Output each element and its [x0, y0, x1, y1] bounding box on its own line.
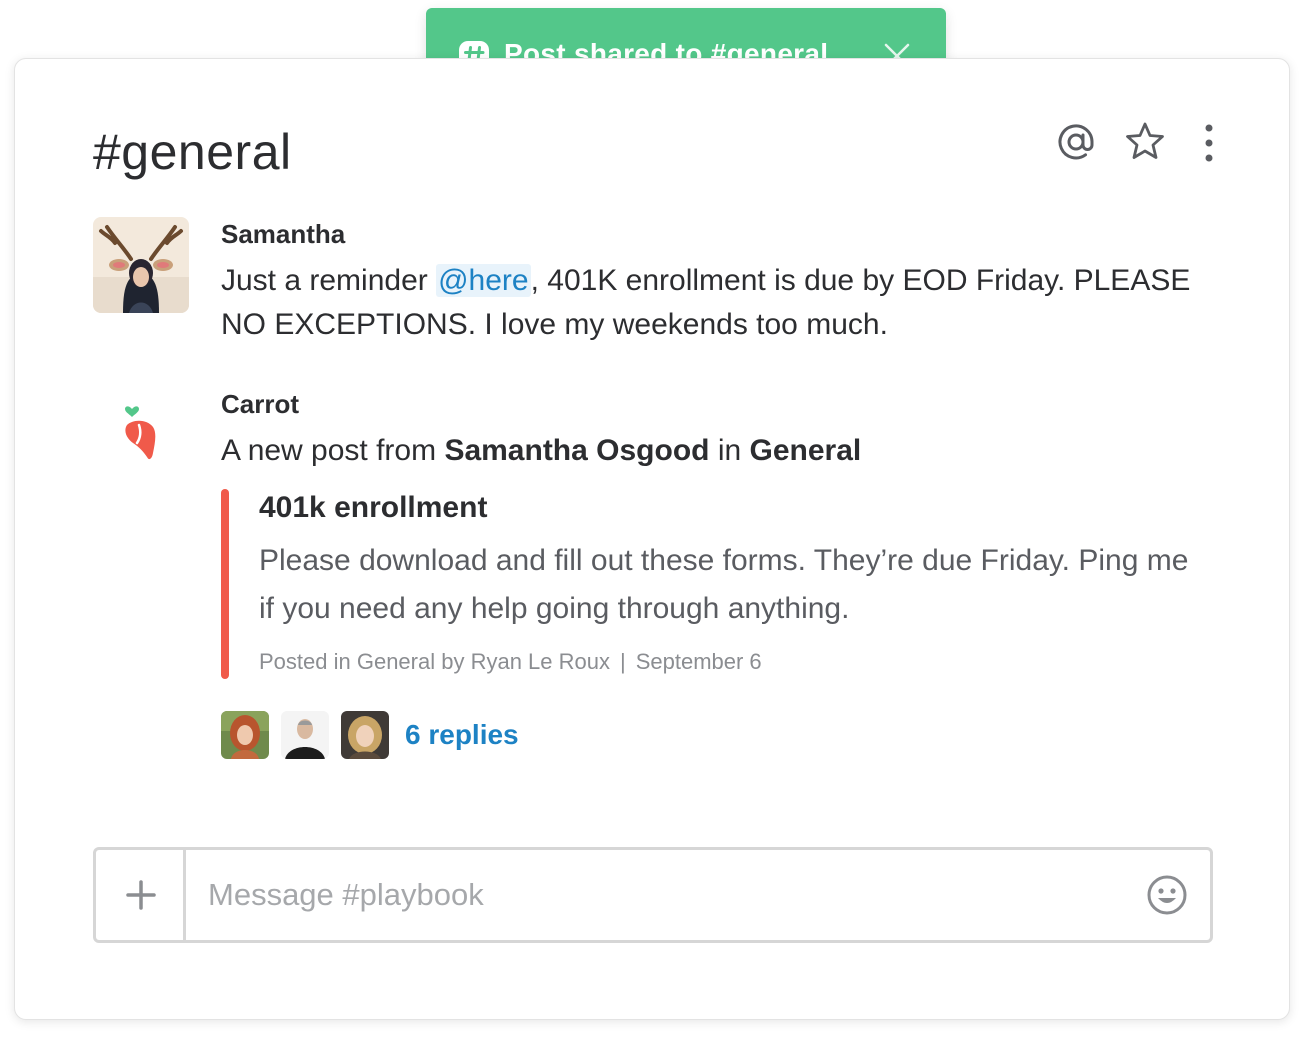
attachment-posted-by: Posted in General by Ryan Le Roux [259, 649, 610, 674]
intro-person[interactable]: Samantha Osgood [444, 434, 709, 467]
attachment-accent-bar [221, 489, 229, 679]
star-icon[interactable] [1125, 121, 1165, 161]
avatar[interactable] [93, 217, 189, 313]
message-input[interactable] [206, 864, 1110, 926]
emoji-icon[interactable] [1146, 874, 1188, 916]
plus-icon [126, 880, 156, 910]
replies-link[interactable]: 6 replies [405, 719, 519, 751]
intro-channel[interactable]: General [750, 434, 862, 467]
carrot-logo-icon [125, 406, 156, 460]
attachment-date: September 6 [635, 649, 762, 674]
mention-here[interactable]: @here [436, 264, 531, 297]
more-vertical-icon[interactable] [1199, 123, 1219, 163]
message-author[interactable]: Samantha [221, 219, 345, 250]
attachment-title[interactable]: 401k enrollment [259, 491, 487, 525]
attachment-meta: Posted in General by Ryan Le Roux | Septem… [259, 649, 762, 675]
message-composer [93, 847, 1213, 943]
channel-panel: #general Samantha Just a reminder @here,… [14, 58, 1290, 1020]
attachment-body: Please download and fill out these forms… [259, 544, 1189, 625]
message-author[interactable]: Carrot [221, 389, 299, 420]
meta-separator: | [619, 649, 626, 674]
intro-prefix: A new post from [221, 434, 445, 467]
add-attachment-button[interactable] [96, 850, 186, 940]
channel-title: #general [93, 124, 292, 180]
reply-avatar-image [281, 711, 329, 759]
reply-avatar-image [221, 711, 269, 759]
avatar-samantha-image [93, 217, 189, 313]
message-text: Just a reminder @here, 401K enrollment i… [221, 259, 1221, 347]
at-mention-icon[interactable] [1055, 121, 1097, 163]
message-intro: A new post from Samantha Osgood in Gener… [221, 429, 861, 473]
reply-avatar[interactable] [341, 711, 389, 759]
intro-mid: in [709, 434, 750, 467]
reply-avatar-image [341, 711, 389, 759]
reply-avatar[interactable] [221, 711, 269, 759]
message-text-start: Just a reminder [221, 264, 437, 297]
reply-avatar[interactable] [281, 711, 329, 759]
